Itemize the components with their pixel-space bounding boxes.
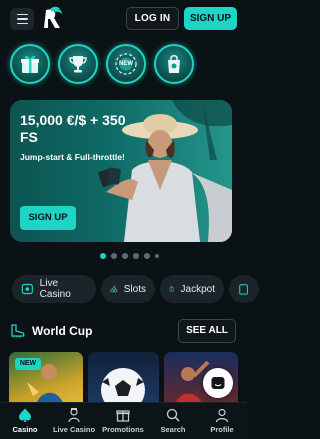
carousel-dots	[100, 252, 159, 260]
login-button[interactable]: LOG IN	[126, 7, 179, 30]
nav-search[interactable]: Search	[148, 407, 198, 434]
banner-signup-button[interactable]: SIGN UP	[20, 206, 76, 230]
promo-banner[interactable]: 15,000 €/$ + 350 FS Jump-start & Full-th…	[10, 100, 232, 242]
new-badge: NEW	[15, 358, 41, 370]
carousel-dot[interactable]	[100, 253, 106, 259]
signup-button[interactable]: SIGN UP	[184, 7, 237, 30]
menu-line	[16, 18, 28, 20]
live-casino-icon	[21, 283, 33, 295]
nav-label: Casino	[12, 425, 38, 434]
slot-machine-icon	[239, 284, 248, 295]
nav-label: Promotions	[102, 425, 144, 434]
trophy-promo[interactable]	[58, 44, 98, 84]
category-jackpot[interactable]: $ Jackpot	[160, 275, 224, 303]
cherries-icon	[110, 285, 118, 293]
carousel-dot[interactable]	[133, 253, 139, 259]
category-label: Jackpot	[180, 283, 215, 295]
carousel-dot[interactable]	[122, 253, 128, 259]
category-label: Slots	[123, 283, 146, 295]
chat-icon	[211, 377, 225, 389]
shopping-bag-promo[interactable]	[154, 44, 194, 84]
soccer-boot-icon	[11, 324, 25, 338]
category-label: Live Casino	[39, 278, 71, 300]
nav-label: Live Casino	[52, 425, 96, 434]
brand-logo[interactable]	[40, 6, 66, 32]
shopping-bag-icon	[168, 55, 180, 73]
gift-icon	[116, 410, 130, 422]
see-all-button[interactable]: SEE ALL	[178, 319, 236, 343]
banner-subtitle: Jump-start & Full-throttle!	[20, 152, 125, 162]
promo-icon-row: NEW	[8, 44, 247, 88]
carousel-dot[interactable]	[144, 253, 150, 259]
bottom-navigation: Casino Live Casino Promotions Search Pro…	[0, 402, 247, 439]
new-chip-label: NEW	[119, 61, 133, 67]
nav-profile[interactable]: Profile	[197, 407, 247, 434]
gift-box-promo[interactable]	[10, 44, 50, 84]
menu-line	[16, 22, 28, 25]
profile-icon	[215, 408, 229, 423]
nav-casino[interactable]: Casino	[0, 407, 50, 434]
carousel-dot[interactable]	[111, 253, 117, 259]
gift-box-icon	[21, 55, 39, 73]
nav-promotions[interactable]: Promotions	[98, 407, 148, 434]
search-icon	[166, 408, 180, 422]
nav-label: Search	[160, 425, 186, 434]
category-more[interactable]	[229, 275, 259, 303]
nav-live-casino[interactable]: Live Casino	[49, 407, 99, 434]
new-chip-promo[interactable]: NEW	[106, 44, 146, 84]
dealer-icon	[68, 408, 80, 423]
carousel-dot[interactable]	[155, 254, 159, 258]
menu-line	[16, 13, 28, 16]
svg-text:$: $	[171, 289, 173, 292]
category-live-casino[interactable]: Live Casino	[12, 275, 96, 303]
hamburger-menu-button[interactable]	[10, 8, 34, 30]
trophy-icon	[69, 56, 87, 73]
banner-title: 15,000 €/$ + 350 FS	[20, 112, 126, 145]
chat-support-button[interactable]	[203, 368, 233, 398]
top-header: LOG IN SIGN UP	[0, 0, 247, 38]
section-title: World Cup	[32, 324, 93, 338]
nav-label: Profile	[210, 425, 234, 434]
jackpot-icon: $	[169, 286, 174, 292]
casino-icon	[19, 408, 31, 422]
category-slots[interactable]: Slots	[101, 275, 155, 303]
